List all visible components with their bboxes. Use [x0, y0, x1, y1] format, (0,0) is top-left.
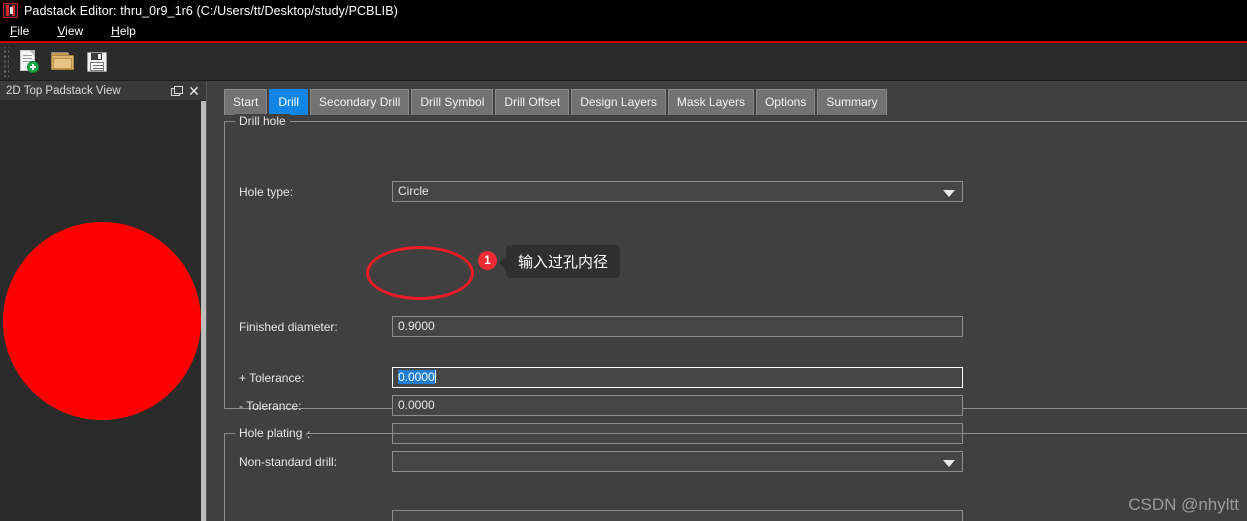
menu-item-file-label: ile [17, 24, 29, 38]
tab-mask-layers[interactable]: Mask Layers [668, 89, 754, 115]
open-file-button[interactable] [48, 46, 78, 78]
close-icon: ✕ [188, 84, 200, 98]
window-title: Padstack Editor: thru_0r9_1r6 (C:/Users/… [24, 4, 398, 18]
hole-type-value: Circle [398, 184, 429, 198]
finished-diameter-label: Finished diameter: [239, 317, 338, 337]
padstack-app-icon [3, 3, 18, 18]
new-file-button[interactable] [14, 46, 44, 78]
annotation-tooltip: 输入过孔内径 [506, 245, 620, 278]
minus-tolerance-value: 0.0000 [398, 398, 435, 412]
plus-tolerance-input[interactable]: 0.0000 [392, 367, 963, 388]
padstack-canvas[interactable] [0, 101, 206, 521]
watermark: CSDN @nhyltt [1128, 495, 1239, 515]
annotation-badge-1: 1 [478, 251, 497, 270]
minus-tolerance-label: - Tolerance: [239, 396, 301, 416]
tab-options[interactable]: Options [756, 89, 815, 115]
toolbar-grip[interactable] [2, 47, 9, 77]
padstack-editor-window: Padstack Editor: thru_0r9_1r6 (C:/Users/… [0, 0, 1247, 521]
tab-drill-symbol[interactable]: Drill Symbol [411, 89, 493, 115]
tab-bar: Start Drill Secondary Drill Drill Symbol… [224, 89, 887, 115]
chevron-down-icon [943, 190, 955, 197]
hole-type-label: Hole type: [239, 182, 293, 202]
title-bar: Padstack Editor: thru_0r9_1r6 (C:/Users/… [0, 0, 1247, 21]
padstack-view-panel: 2D Top Padstack View ✕ [0, 81, 207, 521]
toolbar [0, 43, 1247, 81]
plus-tolerance-value: 0.0000 [398, 370, 435, 384]
tab-secondary-drill[interactable]: Secondary Drill [310, 89, 409, 115]
tab-drill-offset[interactable]: Drill Offset [495, 89, 569, 115]
close-panel-button[interactable]: ✕ [186, 83, 202, 99]
menu-bar: File View Help [0, 21, 1247, 41]
finished-diameter-input[interactable]: 0.9000 [392, 316, 963, 337]
padstack-view-header: 2D Top Padstack View ✕ [0, 81, 206, 101]
pad-shape-circle [3, 222, 201, 420]
menu-item-help[interactable]: Help [109, 22, 148, 40]
tab-drill[interactable]: Drill [269, 89, 308, 115]
minus-tolerance-input[interactable]: 0.0000 [392, 395, 963, 416]
tab-start[interactable]: Start [224, 89, 267, 115]
hole-plating-group: Hole plating [224, 433, 1247, 521]
menu-item-file[interactable]: File [8, 22, 41, 40]
panel-scrollbar[interactable] [201, 101, 206, 521]
new-file-icon [19, 50, 39, 74]
drill-hole-group-title: Drill hole [235, 114, 290, 128]
tab-design-layers[interactable]: Design Layers [571, 89, 666, 115]
padstack-view-title: 2D Top Padstack View [6, 85, 166, 97]
text-caret [435, 370, 436, 383]
tab-summary[interactable]: Summary [817, 89, 886, 115]
main-content: Start Drill Secondary Drill Drill Symbol… [208, 81, 1247, 521]
menu-item-help-label: elp [120, 24, 136, 38]
open-folder-icon [51, 52, 75, 71]
save-button[interactable] [82, 46, 112, 78]
hole-plating-input[interactable] [392, 510, 963, 521]
finished-diameter-value: 0.9000 [398, 319, 435, 333]
save-icon [87, 52, 107, 72]
hole-plating-group-title: Hole plating [235, 426, 306, 440]
float-panel-button[interactable] [168, 83, 184, 99]
drill-hole-group: Drill hole Hole type: Circle Finished di… [224, 121, 1247, 409]
float-window-icon [171, 86, 181, 95]
menu-item-view-label: iew [65, 24, 83, 38]
hole-type-select[interactable]: Circle [392, 181, 963, 202]
plus-tolerance-label: + Tolerance: [239, 368, 305, 388]
menu-item-view[interactable]: View [55, 22, 95, 40]
